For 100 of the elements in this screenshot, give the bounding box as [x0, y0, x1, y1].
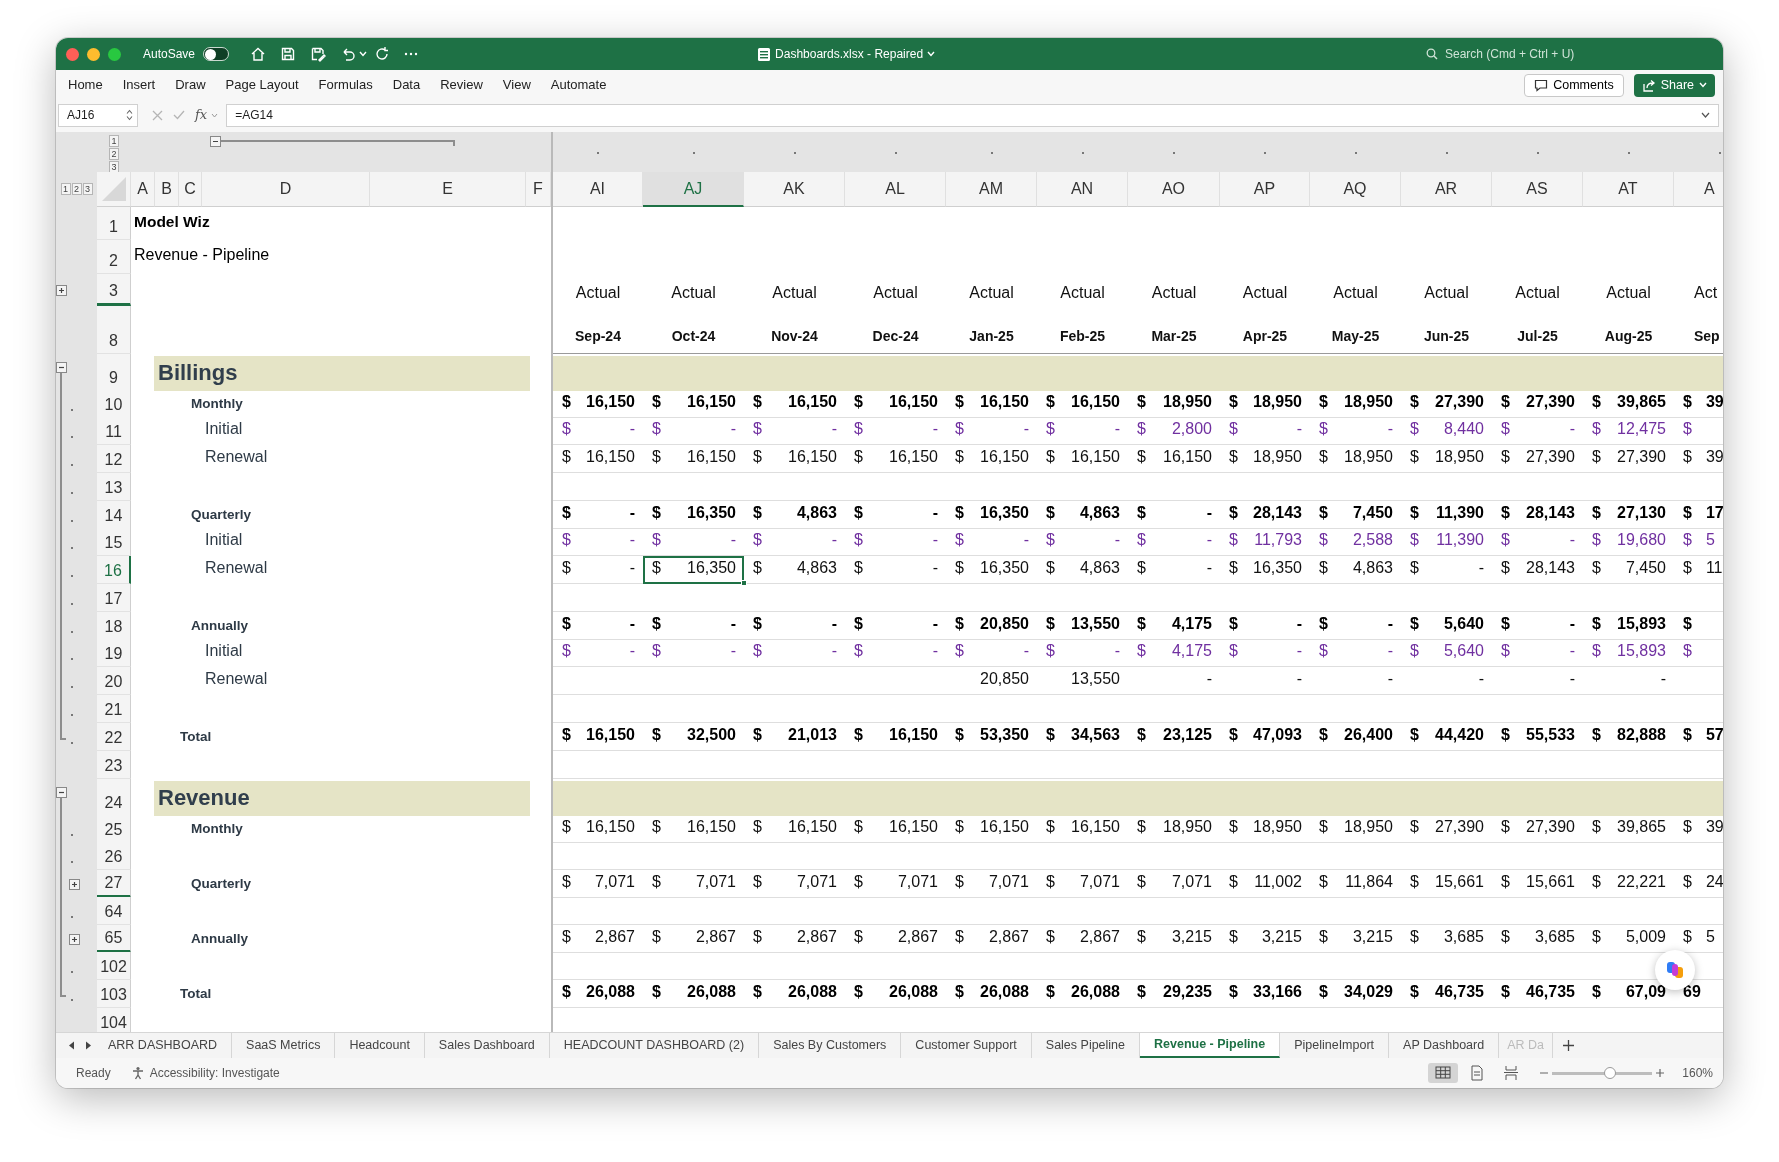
- collapse-icon[interactable]: [56, 787, 67, 798]
- menu-tab[interactable]: Insert: [112, 75, 166, 95]
- previous-sheet-button[interactable]: [68, 1041, 75, 1050]
- expand-icon[interactable]: [69, 933, 80, 945]
- row-header[interactable]: 14: [97, 501, 131, 529]
- formula-field[interactable]: =AG14: [226, 103, 1719, 127]
- insert-function-button[interactable]: fx: [195, 105, 208, 125]
- row-header[interactable]: 19: [97, 639, 131, 667]
- collapse-icon[interactable]: [210, 136, 221, 147]
- column-header[interactable]: AM: [946, 172, 1037, 207]
- column-header[interactable]: F: [526, 172, 551, 207]
- row-header[interactable]: 13: [97, 473, 131, 501]
- row-header[interactable]: 104: [97, 1008, 131, 1032]
- row-header[interactable]: 16: [97, 556, 131, 584]
- row-header[interactable]: 25: [97, 815, 131, 843]
- next-sheet-button[interactable]: [85, 1041, 92, 1050]
- zoom-slider-thumb[interactable]: [1604, 1066, 1617, 1079]
- row-header[interactable]: 27: [97, 870, 131, 898]
- comments-button[interactable]: Comments: [1524, 73, 1624, 97]
- expand-icon[interactable]: [69, 878, 80, 890]
- row-header[interactable]: 12: [97, 445, 131, 473]
- menu-tab[interactable]: Draw: [165, 75, 216, 95]
- name-box[interactable]: AJ16: [58, 103, 138, 127]
- row-header[interactable]: 65: [97, 925, 131, 953]
- row-header[interactable]: 23: [97, 751, 131, 779]
- sheet-tab[interactable]: Revenue - Pipeline: [1140, 1033, 1281, 1058]
- column-header[interactable]: C: [179, 172, 202, 207]
- row-header[interactable]: 21: [97, 695, 131, 723]
- menu-tab[interactable]: Page Layout: [215, 75, 309, 95]
- menu-tab[interactable]: Automate: [540, 75, 617, 95]
- view-button[interactable]: [1428, 1063, 1459, 1083]
- cell-value: 11,864: [1345, 872, 1393, 892]
- cell-value: 2,867: [695, 927, 736, 947]
- outline-level-button[interactable]: 3: [82, 183, 93, 195]
- row-header[interactable]: 102: [97, 952, 131, 980]
- column-header[interactable]: AR: [1401, 172, 1492, 207]
- outline-level-button[interactable]: 2: [71, 183, 82, 195]
- column-header[interactable]: AL: [845, 172, 946, 207]
- selected-cell[interactable]: $ 16,350: [643, 556, 744, 584]
- menu-tab[interactable]: View: [492, 75, 541, 95]
- row-header[interactable]: 3: [97, 274, 131, 306]
- column-header[interactable]: AP: [1220, 172, 1310, 207]
- row-header[interactable]: 9: [97, 354, 131, 391]
- column-header[interactable]: A: [131, 172, 155, 207]
- accessibility-status[interactable]: Accessibility: Investigate: [149, 1064, 280, 1082]
- autosave-toggle[interactable]: [203, 47, 230, 61]
- row-header[interactable]: 10: [97, 390, 131, 418]
- row-header[interactable]: 103: [97, 980, 131, 1008]
- row-header[interactable]: 15: [97, 528, 131, 556]
- menu-tab[interactable]: Review: [430, 75, 493, 95]
- menu-tab[interactable]: Home: [58, 75, 113, 95]
- menu-tab[interactable]: Data: [382, 75, 431, 95]
- row-header[interactable]: 24: [97, 779, 131, 816]
- row-header[interactable]: 22: [97, 723, 131, 751]
- column-header[interactable]: AN: [1037, 172, 1128, 207]
- row-header[interactable]: 26: [97, 842, 131, 870]
- search-icon: [1426, 48, 1438, 60]
- check-icon[interactable]: [173, 110, 185, 120]
- currency-sign: $: [955, 725, 964, 745]
- column-header[interactable]: A: [1674, 172, 1723, 207]
- outline-level-button[interactable]: 1: [109, 135, 119, 147]
- zoom-button[interactable]: [108, 47, 121, 61]
- redo-icon[interactable]: [374, 46, 391, 62]
- column-header[interactable]: AS: [1492, 172, 1583, 207]
- outline-level-button[interactable]: 1: [60, 183, 71, 195]
- row-header[interactable]: 18: [97, 612, 131, 640]
- home-icon[interactable]: [250, 46, 267, 62]
- column-header[interactable]: E: [370, 172, 526, 207]
- row-header[interactable]: 20: [97, 667, 131, 695]
- zoom-level[interactable]: 160%: [1682, 1064, 1713, 1082]
- row-header[interactable]: 2: [97, 240, 131, 274]
- row-header[interactable]: 8: [97, 306, 131, 354]
- search-field[interactable]: Search (Cmd + Ctrl + U): [1443, 44, 1613, 64]
- menu-tab[interactable]: Formulas: [308, 75, 383, 95]
- accessibility-icon[interactable]: [130, 1066, 145, 1080]
- expand-caret-icon[interactable]: [1701, 112, 1710, 118]
- column-header[interactable]: AI: [553, 172, 643, 207]
- share-button[interactable]: Share: [1633, 73, 1715, 97]
- collapse-icon[interactable]: [56, 362, 67, 373]
- column-header[interactable]: AJ: [643, 172, 744, 207]
- outline-level-button[interactable]: 2: [109, 148, 119, 160]
- column-header[interactable]: AQ: [1310, 172, 1401, 207]
- row-header[interactable]: 1: [97, 207, 131, 240]
- row-header[interactable]: 11: [97, 417, 131, 445]
- save-icon[interactable]: [280, 46, 297, 62]
- expand-icon[interactable]: [56, 284, 67, 296]
- cell-value: -: [1296, 669, 1302, 689]
- row-header[interactable]: 17: [97, 584, 131, 612]
- minimize-button[interactable]: [87, 47, 100, 61]
- zoom-in-icon[interactable]: [1656, 1069, 1665, 1077]
- column-header[interactable]: AO: [1128, 172, 1220, 207]
- fill-handle[interactable]: [741, 580, 747, 586]
- cell-value: -: [629, 530, 635, 550]
- column-header[interactable]: B: [155, 172, 179, 207]
- column-header[interactable]: D: [202, 172, 370, 207]
- column-header[interactable]: AT: [1583, 172, 1674, 207]
- column-header[interactable]: AK: [744, 172, 845, 207]
- save-as-icon[interactable]: [310, 46, 327, 62]
- cell-value: -: [932, 503, 938, 523]
- row-header[interactable]: 64: [97, 897, 131, 925]
